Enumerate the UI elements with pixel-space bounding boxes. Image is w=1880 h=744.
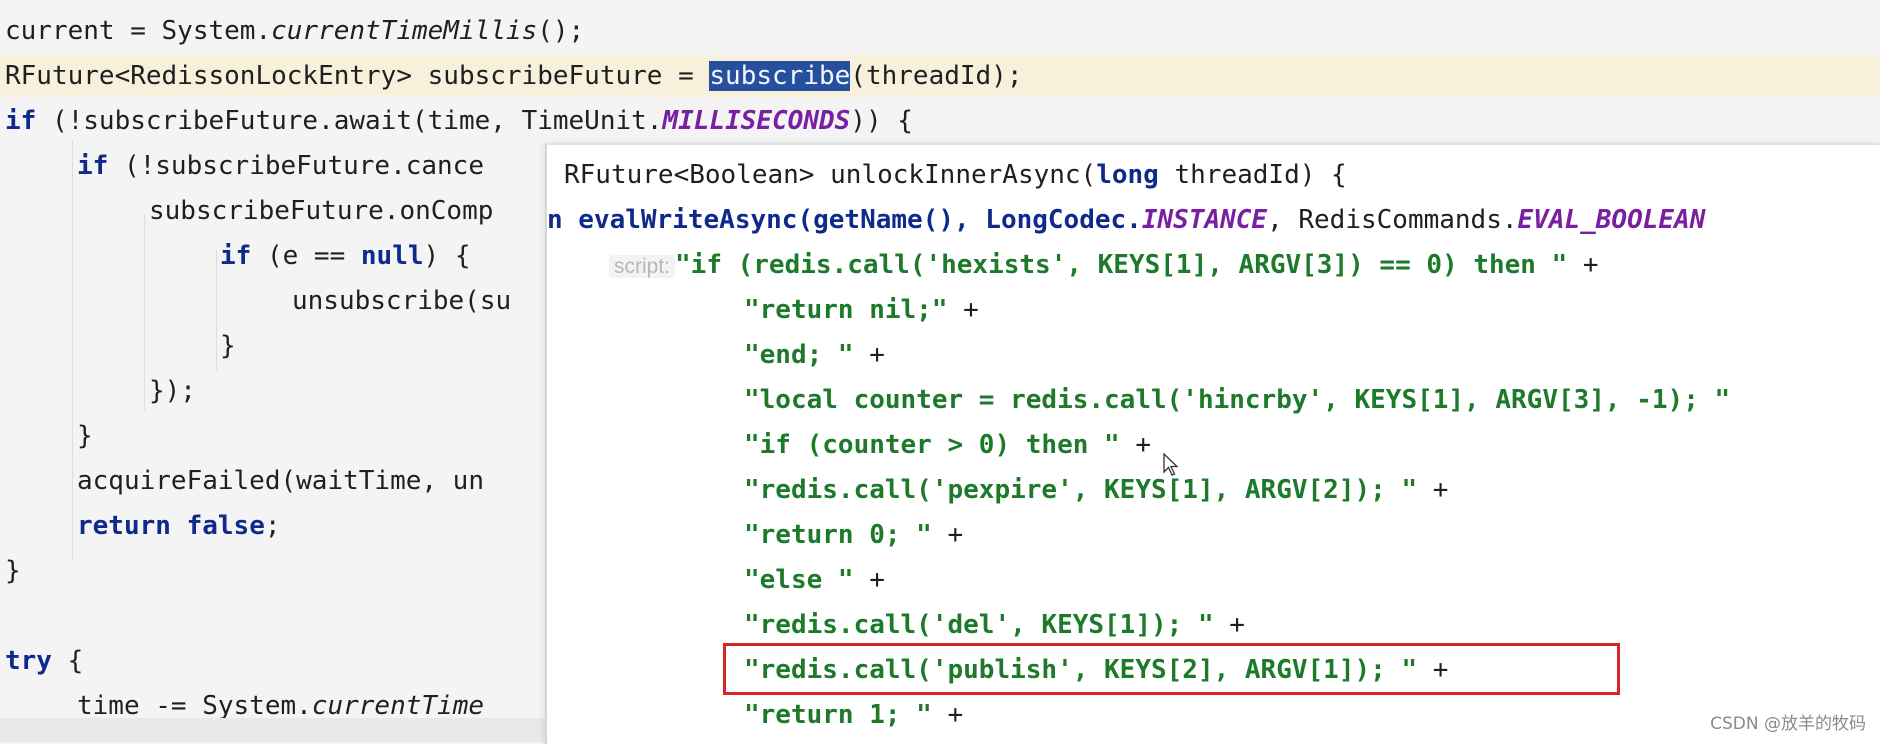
code-line[interactable]: } xyxy=(220,324,236,369)
indent-guide xyxy=(144,215,145,410)
code-line[interactable]: }); xyxy=(149,369,196,414)
code-line[interactable]: subscribeFuture.onComp xyxy=(149,189,493,234)
editor-scroll-edge xyxy=(0,718,545,742)
script-line: "else " + xyxy=(744,565,885,595)
code-line[interactable]: if (e == null) { xyxy=(220,234,470,279)
code-line[interactable]: try { xyxy=(5,639,83,684)
selected-text[interactable]: subscribe xyxy=(709,61,851,91)
script-line: "return nil;" + xyxy=(744,295,979,325)
script-line: "redis.call('pexpire', KEYS[1], ARGV[2])… xyxy=(744,475,1449,505)
script-line: "return 0; " + xyxy=(744,520,964,550)
code-line[interactable]: return false; xyxy=(77,504,281,549)
code-line[interactable]: RFuture<RedissonLockEntry> subscribeFutu… xyxy=(5,54,1022,99)
watermark: CSDN @放羊的牧码 xyxy=(1710,714,1866,734)
code-line[interactable]: } xyxy=(77,414,93,459)
method-signature: RFuture<Boolean> unlockInnerAsync(long t… xyxy=(564,160,1347,190)
eval-call-line: n evalWriteAsync(getName(), LongCodec.IN… xyxy=(547,205,1706,235)
parameter-hint: script: xyxy=(609,255,676,278)
indent-guide xyxy=(72,140,73,560)
code-line[interactable]: if (!subscribeFuture.cance xyxy=(77,144,484,189)
annotation-highlight-box xyxy=(723,643,1620,695)
script-line: "if (counter > 0) then " + xyxy=(744,430,1151,460)
code-line[interactable]: if (!subscribeFuture.await(time, TimeUni… xyxy=(5,99,913,144)
script-line: "return 1; " + xyxy=(744,700,964,730)
code-line[interactable]: current = System.currentTimeMillis(); xyxy=(5,9,584,54)
code-line[interactable]: unsubscribe(su xyxy=(292,279,511,324)
script-line: script: "if (redis.call('hexists', KEYS[1… xyxy=(609,243,1599,288)
mouse-pointer-icon xyxy=(1163,453,1179,476)
script-line: "local counter = redis.call('hincrby', K… xyxy=(744,385,1731,415)
code-line[interactable]: acquireFailed(waitTime, un xyxy=(77,459,484,504)
script-line: "end; " + xyxy=(744,340,885,370)
script-line: "redis.call('del', KEYS[1]); " + xyxy=(744,610,1245,640)
indent-guide xyxy=(216,250,217,370)
code-line[interactable]: } xyxy=(5,549,21,594)
